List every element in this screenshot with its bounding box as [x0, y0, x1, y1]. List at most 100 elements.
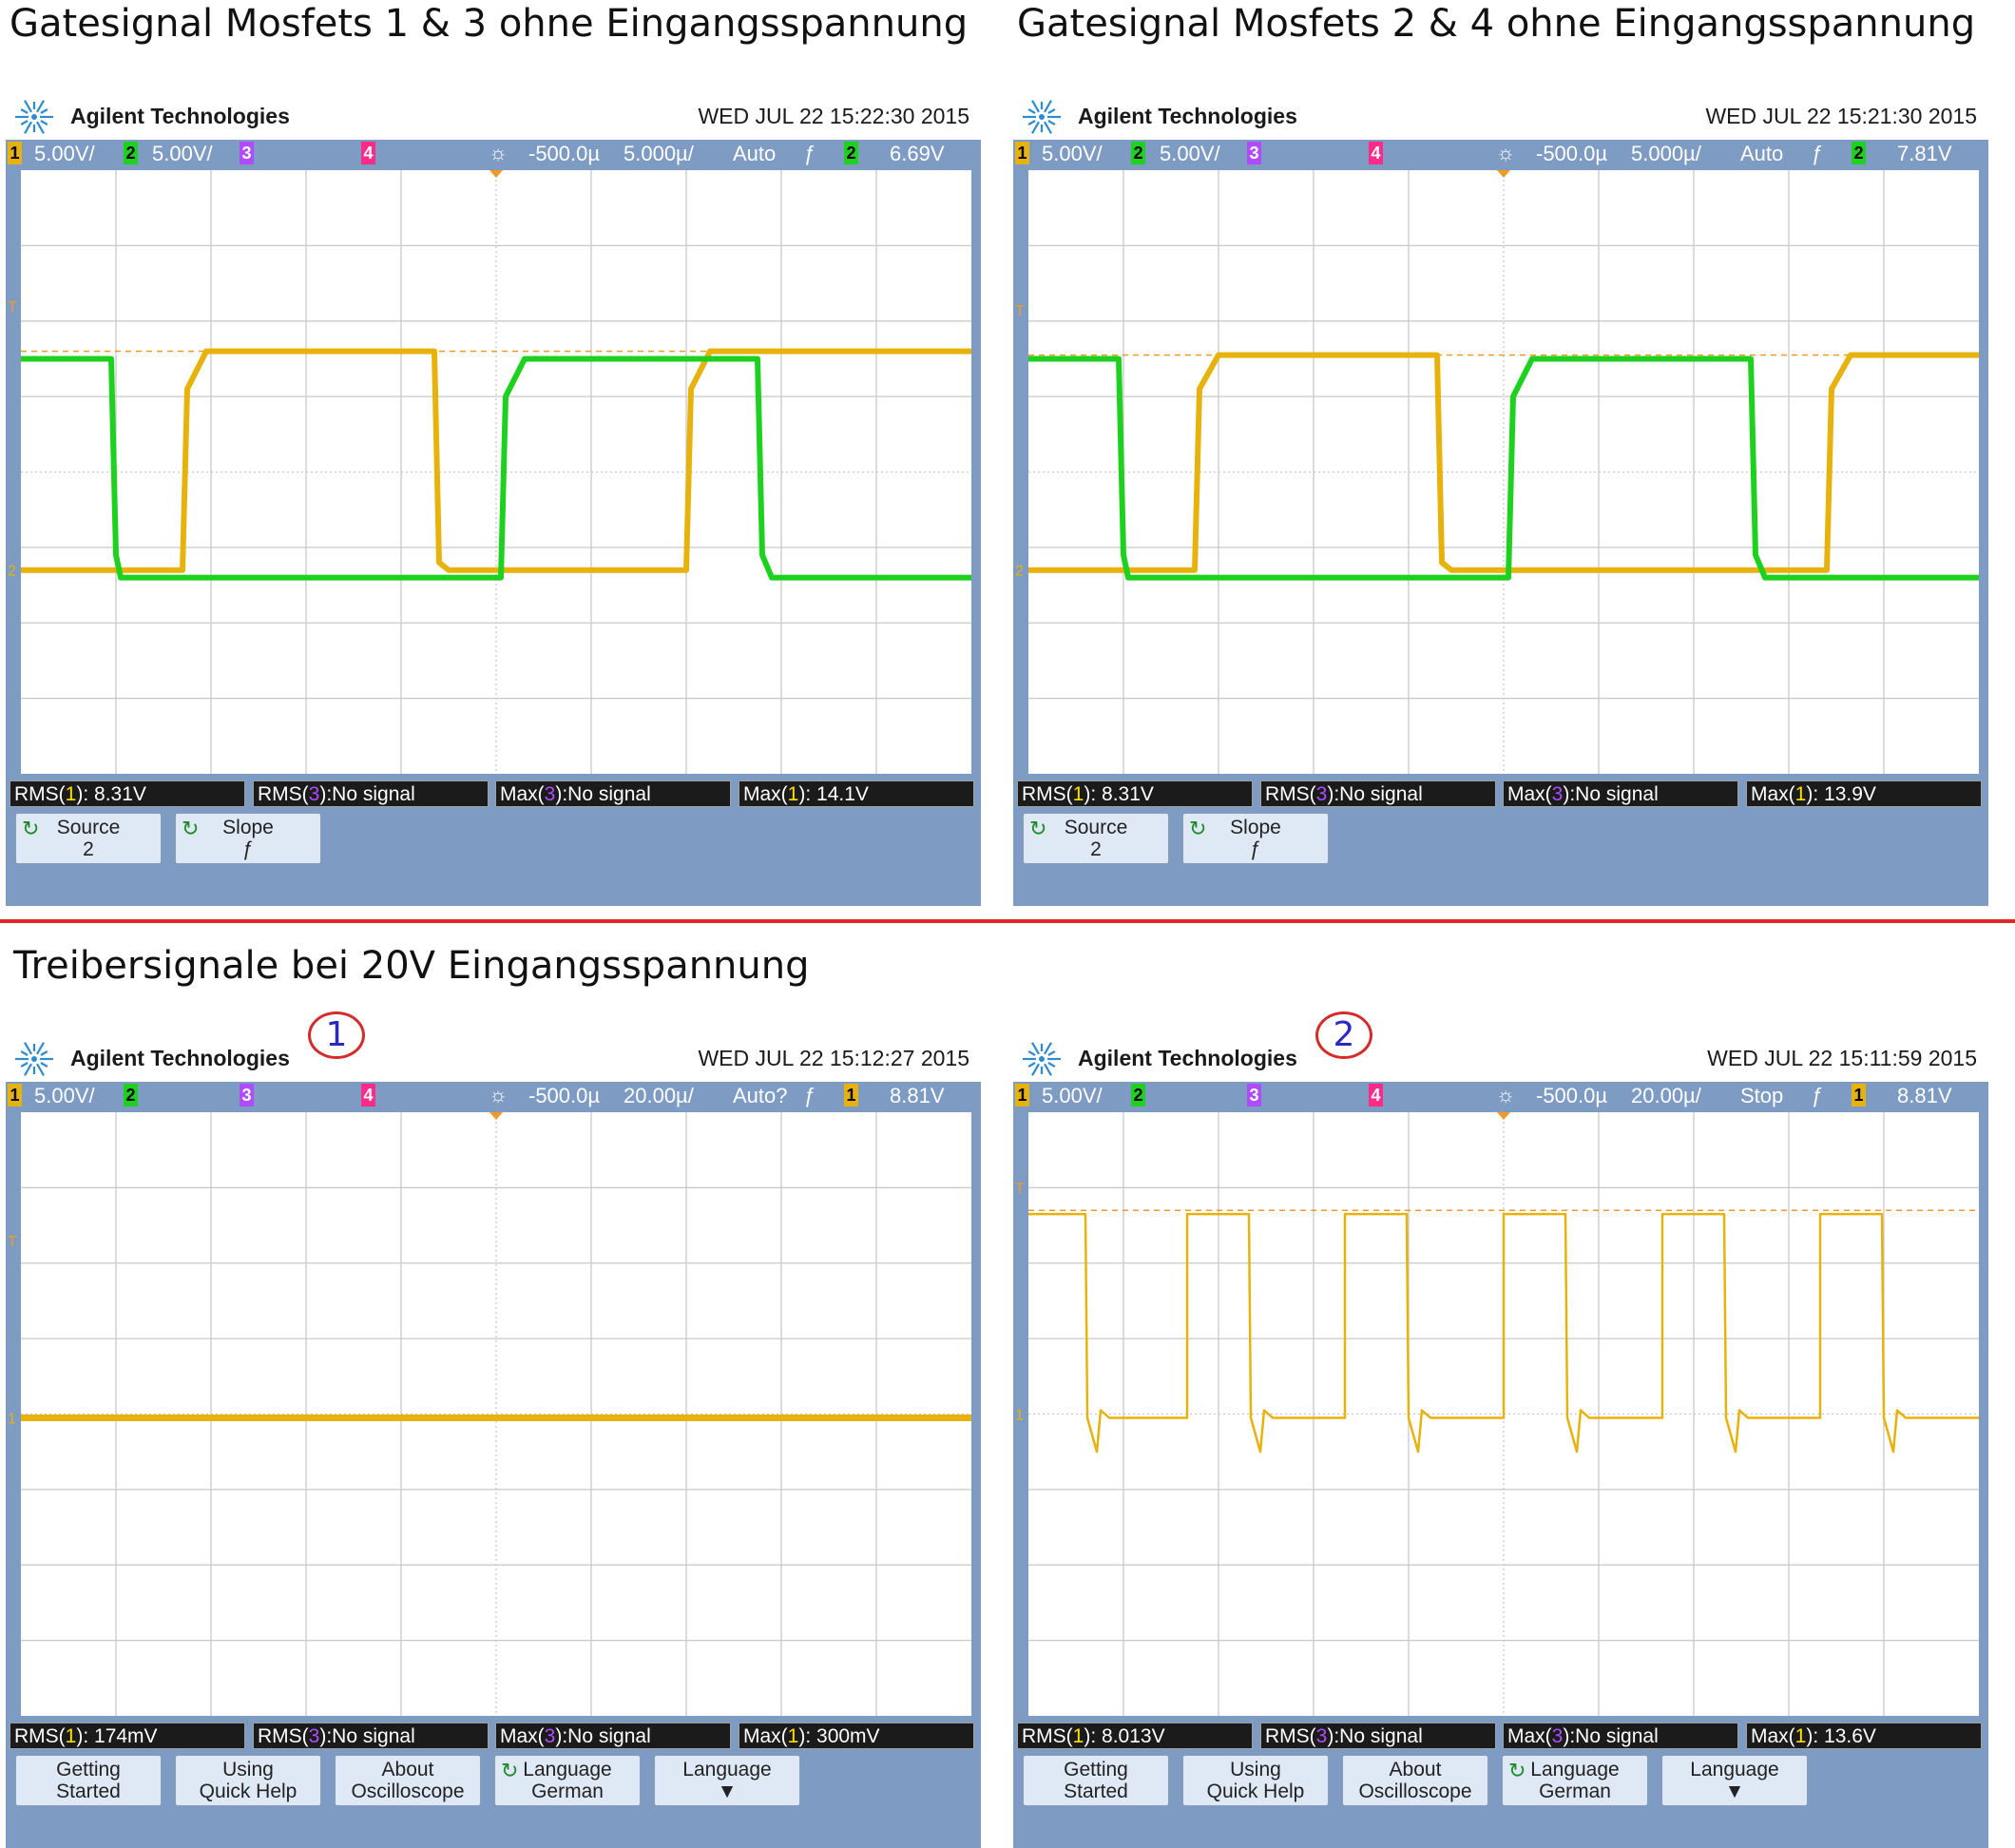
channel-1-scale: 5.00V/ [1042, 142, 1103, 165]
softkey-sublabel: ƒ [242, 838, 254, 860]
agilent-spark-icon [13, 96, 55, 138]
measurement-readout[interactable]: RMS(3):No signal [1260, 780, 1496, 807]
trigger-source-indicator[interactable]: 1 [1852, 1084, 1866, 1107]
softkey-sublabel: German [1539, 1781, 1611, 1802]
channel-1-indicator[interactable]: 1 [1015, 142, 1029, 164]
measurement-readout[interactable]: RMS(3):No signal [1260, 1723, 1496, 1749]
measurement-channel: 3 [544, 1725, 556, 1747]
softkey-2[interactable]: Using Quick Help [175, 1755, 321, 1806]
measurement-readout[interactable]: RMS(3):No signal [253, 1723, 489, 1749]
measurement-type: RMS( [1265, 783, 1316, 805]
measurement-readout[interactable]: RMS(1): 8.31V [1017, 780, 1253, 807]
measurement-channel: 1 [1072, 1725, 1084, 1747]
channel-2-indicator[interactable]: 2 [1131, 1084, 1145, 1107]
agilent-spark-icon [1021, 1038, 1063, 1080]
softkey-label: About [1389, 1759, 1442, 1781]
channel-3-indicator[interactable]: 3 [240, 1084, 254, 1107]
channel-ground-marker[interactable]: 2 [8, 564, 16, 580]
measurement-value: ):No signal [1563, 783, 1659, 805]
channel-1-indicator[interactable]: 1 [8, 142, 22, 164]
channel-3-indicator[interactable]: 3 [1247, 1084, 1261, 1107]
measurement-readout[interactable]: RMS(1): 8.31V [10, 780, 245, 807]
channel-3-indicator[interactable]: 3 [240, 142, 254, 164]
channel-1-indicator[interactable]: 1 [1015, 1084, 1029, 1107]
rotate-knob-icon: ↻ [182, 817, 200, 840]
measurement-type: Max( [1507, 1725, 1552, 1747]
channel-2-indicator[interactable]: 2 [124, 142, 138, 164]
softkey-2[interactable]: ↻ Slope ƒ [175, 813, 321, 864]
softkey-5[interactable]: Language ▼ [1661, 1755, 1808, 1806]
softkey-1[interactable]: Getting Started [1023, 1755, 1169, 1806]
oscilloscope-screen-1: Agilent Technologies WED JUL 22 15:22:30 … [6, 90, 981, 906]
measurement-value: ):No signal [1327, 1725, 1423, 1747]
measurement-readout[interactable]: Max(1): 14.1V [739, 780, 974, 807]
softkey-3[interactable]: About Oscilloscope [335, 1755, 481, 1806]
trigger-source-indicator[interactable]: 1 [844, 1084, 858, 1107]
status-bar: 1 2 3 4 1 5.00V/ -500.0µ 20.00µ/Stop ƒ 8.81V ☼ [1013, 1082, 1988, 1110]
softkey-sublabel: 2 [1090, 838, 1102, 860]
measurement-readout[interactable]: RMS(1): 174mV [10, 1723, 245, 1749]
trigger-source-indicator[interactable]: 2 [1852, 142, 1866, 164]
measurement-readout[interactable]: Max(1): 13.6V [1746, 1723, 1982, 1749]
channel-ground-marker[interactable]: 1 [1015, 1408, 1024, 1424]
channel-2-indicator[interactable]: 2 [124, 1084, 138, 1107]
measurement-readout[interactable]: RMS(1): 8.013V [1017, 1723, 1253, 1749]
acquisition-mode: Auto? [733, 1084, 788, 1107]
softkey-label: Language [682, 1759, 772, 1781]
time-delay: -500.0µ [1536, 1084, 1608, 1107]
measurement-readout[interactable]: Max(1): 300mV [739, 1723, 974, 1749]
softkey-1[interactable]: ↻ Source 2 [15, 813, 162, 864]
trigger-level-marker[interactable]: T [1015, 303, 1025, 319]
measurement-readout[interactable]: Max(3):No signal [1503, 780, 1738, 807]
softkey-2[interactable]: Using Quick Help [1182, 1755, 1329, 1806]
channel-2-indicator[interactable]: 2 [1131, 142, 1145, 164]
softkey-2[interactable]: ↻ Slope ƒ [1182, 813, 1329, 864]
softkey-1[interactable]: ↻ Source 2 [1023, 813, 1169, 864]
down-arrow-icon: ▼ [1724, 1781, 1745, 1802]
measurement-channel: 3 [308, 1725, 320, 1747]
measurement-type: RMS( [258, 1725, 309, 1747]
intensity-icon: ☼ [1496, 141, 1516, 164]
brand-row: Agilent Technologies WED JUL 22 15:11:59 … [1013, 1032, 1988, 1082]
status-bar: 1 2 3 4 2 5.00V/5.00V/ -500.0µ 5.000µ/Auto ƒ 6.69… [6, 140, 981, 168]
channel-1-indicator[interactable]: 1 [8, 1084, 22, 1107]
timebase: 5.000µ/ [624, 142, 694, 165]
softkey-1[interactable]: Getting Started [15, 1755, 162, 1806]
measurement-readout[interactable]: RMS(3):No signal [253, 780, 489, 807]
measurement-readout[interactable]: Max(3):No signal [495, 1723, 731, 1749]
trigger-level: 6.69V [890, 142, 945, 165]
trigger-level-marker[interactable]: T [8, 1234, 17, 1250]
measurement-readout[interactable]: Max(3):No signal [495, 780, 731, 807]
rotate-knob-icon: ↻ [22, 817, 40, 840]
softkey-label: Using [1230, 1759, 1281, 1781]
waveform-plot: 1T [8, 1112, 971, 1716]
channel-ground-marker[interactable]: 2 [1015, 564, 1024, 580]
measurement-value: ):No signal [1327, 783, 1423, 805]
channel-ground-marker[interactable]: 1 [8, 1411, 16, 1427]
measurement-readout[interactable]: Max(3):No signal [1503, 1723, 1738, 1749]
channel-4-indicator[interactable]: 4 [361, 1084, 375, 1107]
trigger-slope-value: ƒ [1812, 1084, 1824, 1107]
waveform-plot: 1T [1015, 1112, 1979, 1716]
measurement-readout[interactable]: Max(1): 13.9V [1746, 780, 1982, 807]
brand-name: Agilent Technologies [70, 1046, 290, 1070]
trigger-level-marker[interactable]: T [1015, 1181, 1025, 1197]
softkey-4[interactable]: ↻ Language German [1502, 1755, 1648, 1806]
measurement-type: Max( [743, 783, 788, 805]
channel-4-indicator[interactable]: 4 [1369, 142, 1383, 164]
measurement-type: Max( [743, 1725, 788, 1747]
trigger-level-marker[interactable]: T [8, 299, 17, 316]
agilent-spark-icon [1021, 96, 1063, 138]
softkey-4[interactable]: ↻ Language German [494, 1755, 641, 1806]
softkey-5[interactable]: Language ▼ [654, 1755, 800, 1806]
channel-2-scale: 5.00V/ [152, 142, 213, 165]
trigger-source-indicator[interactable]: 2 [844, 142, 858, 164]
channel-4-indicator[interactable]: 4 [1369, 1084, 1383, 1107]
channel-4-indicator[interactable]: 4 [361, 142, 375, 164]
measurement-channel: 1 [1072, 783, 1084, 805]
channel-3-indicator[interactable]: 3 [1247, 142, 1261, 164]
softkey-3[interactable]: About Oscilloscope [1342, 1755, 1488, 1806]
measurement-value: ): 300mV [798, 1725, 880, 1747]
trigger-level: 7.81V [1897, 142, 1952, 165]
agilent-spark-icon [13, 1038, 55, 1080]
